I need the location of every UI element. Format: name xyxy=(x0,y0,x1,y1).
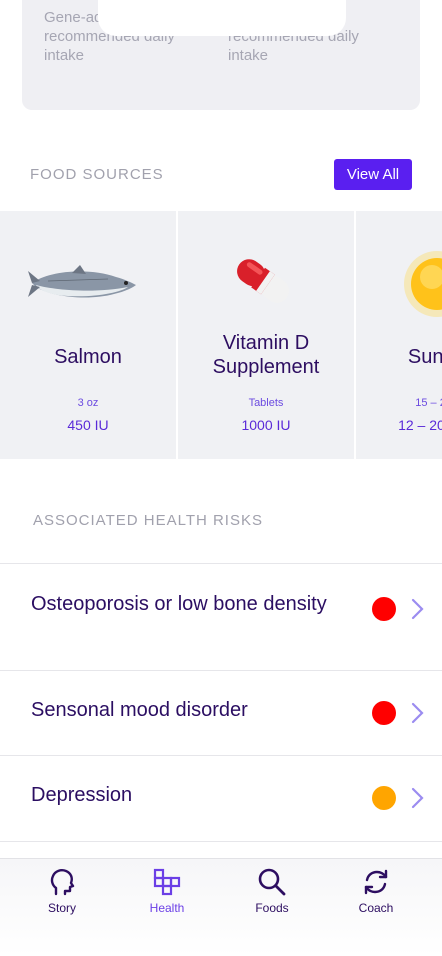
health-icon xyxy=(153,868,181,896)
search-icon xyxy=(258,868,286,896)
food-card-salmon[interactable]: Salmon 3 oz 450 IU xyxy=(0,211,176,459)
risk-level-dot xyxy=(372,597,396,621)
capsule-icon xyxy=(237,259,289,303)
health-risks-title: ASSOCIATED HEALTH RISKS xyxy=(33,512,263,529)
food-unit: 3 oz xyxy=(77,397,99,409)
view-all-button[interactable]: View All xyxy=(334,159,412,190)
food-name: Vitamin D Supplement xyxy=(212,332,320,378)
risk-row-depression[interactable]: Depression xyxy=(0,755,442,841)
food-sources-carousel[interactable]: Salmon 3 oz 450 IU Vitamin D Supplement … xyxy=(0,211,442,459)
food-card-sunlight[interactable]: Sunlight 15 – 20 min 12 – 20,000 IU xyxy=(356,211,442,459)
food-unit: 15 – 20 min xyxy=(415,397,442,409)
risk-level-dot xyxy=(372,786,396,810)
food-amount: 450 IU xyxy=(67,417,109,433)
tab-coach[interactable]: Coach xyxy=(341,867,411,915)
risk-label: Osteoporosis or low bone density xyxy=(31,593,327,615)
food-card-vitamin-d[interactable]: Vitamin D Supplement Tablets 1000 IU xyxy=(178,211,354,459)
food-sources-title: FOOD SOURCES xyxy=(30,166,164,183)
risk-level-dot xyxy=(372,701,396,725)
risk-row-osteoporosis[interactable]: Osteoporosis or low bone density xyxy=(0,563,442,670)
refresh-icon xyxy=(364,869,388,895)
head-icon xyxy=(50,869,75,896)
food-amount: 12 – 20,000 IU xyxy=(398,417,442,433)
sun-icon xyxy=(404,251,442,317)
food-name: Salmon xyxy=(54,346,122,368)
food-amount: 1000 IU xyxy=(241,417,291,433)
tab-label: Story xyxy=(47,901,76,915)
tab-foods[interactable]: Foods xyxy=(237,867,307,915)
risk-label: Depression xyxy=(31,784,133,806)
chevron-right-icon xyxy=(411,598,424,620)
salmon-icon xyxy=(28,265,136,298)
food-unit: Tablets xyxy=(248,397,284,409)
bottom-tab-bar: Story Health Foods Coach xyxy=(0,858,442,956)
list-divider xyxy=(0,841,442,842)
food-name: Sunlight xyxy=(407,346,442,368)
tab-label: Health xyxy=(149,901,185,915)
tab-health[interactable]: Health xyxy=(132,867,202,915)
risk-label: Sensonal mood disorder xyxy=(31,699,248,721)
risk-row-seasonal-mood[interactable]: Sensonal mood disorder xyxy=(0,670,442,755)
status-bar-overlay xyxy=(98,0,346,36)
chevron-right-icon xyxy=(411,787,424,809)
tab-label: Coach xyxy=(358,901,394,915)
chevron-right-icon xyxy=(411,702,424,724)
tab-story[interactable]: Story xyxy=(27,867,97,915)
tab-label: Foods xyxy=(255,901,289,915)
